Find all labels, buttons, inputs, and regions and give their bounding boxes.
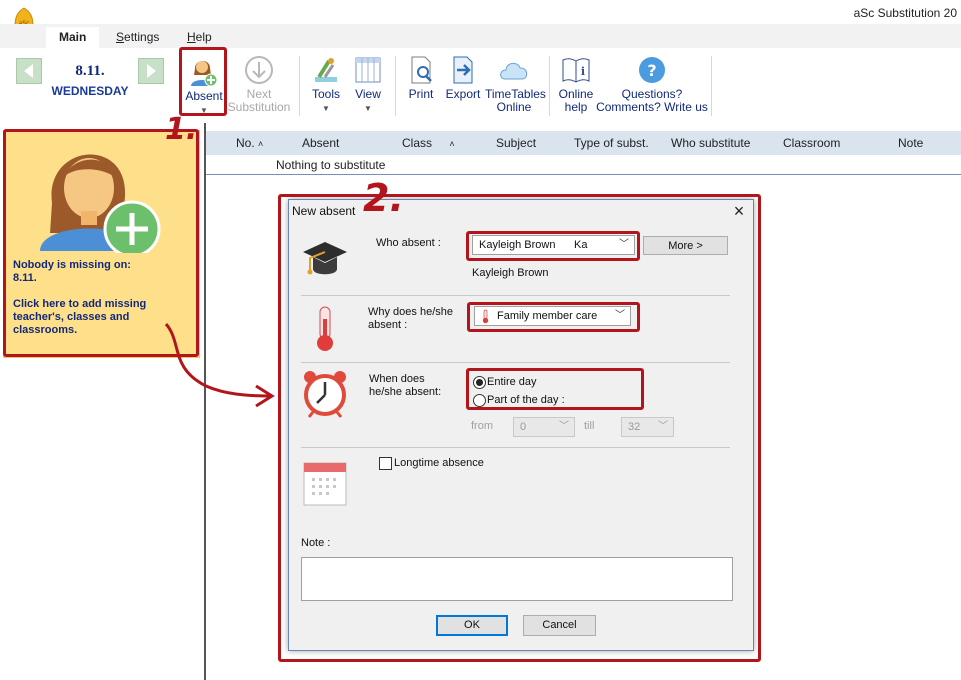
- annotation-arrow: [164, 323, 275, 408]
- toolbar-separator: [711, 56, 712, 116]
- current-weekday: WEDNESDAY: [51, 84, 129, 98]
- tools-icon: [315, 58, 337, 82]
- toolbar-separator: [299, 56, 300, 116]
- table-divider: [206, 174, 961, 175]
- next-day-button[interactable]: [138, 58, 164, 84]
- toolbar-separator: [549, 56, 550, 116]
- annotation-dialog-highlight: [278, 194, 761, 662]
- help-book-icon: i: [562, 58, 590, 83]
- view-button[interactable]: View ▼: [348, 55, 388, 115]
- online-help-button[interactable]: i Online help: [555, 55, 597, 114]
- arrow-left-icon: [24, 64, 33, 78]
- annotation-absent-highlight: [179, 47, 227, 116]
- print-preview-icon: [411, 56, 432, 84]
- annotation-reason-highlight: [467, 302, 640, 332]
- print-button[interactable]: Print: [403, 55, 439, 101]
- tab-settings[interactable]: Settings: [103, 27, 172, 48]
- tab-main[interactable]: Main: [46, 27, 100, 48]
- column-header-note[interactable]: Note: [898, 136, 923, 150]
- current-date: 8.11.: [75, 63, 105, 79]
- questions-button[interactable]: ? Questions? Comments? Write us: [596, 55, 708, 114]
- column-header-subject[interactable]: Subject: [496, 136, 536, 150]
- svg-text:?: ?: [647, 61, 656, 80]
- column-header-class[interactable]: Class ˄: [402, 136, 455, 150]
- arrow-right-icon: [147, 64, 156, 78]
- export-button[interactable]: Export: [444, 55, 482, 101]
- annotation-when-highlight: [466, 368, 644, 410]
- previous-day-button[interactable]: [16, 58, 42, 84]
- view-grid-icon: [355, 57, 381, 83]
- column-header-type[interactable]: Type of subst.: [574, 136, 649, 150]
- toolbar-separator: [395, 56, 396, 116]
- tab-help[interactable]: Help: [174, 27, 225, 48]
- column-header-no[interactable]: No. ˄: [236, 136, 263, 150]
- tools-button[interactable]: Tools ▼: [305, 55, 347, 115]
- app-title: aSc Substitution 20: [853, 6, 957, 20]
- svg-text:i: i: [581, 65, 585, 78]
- next-substitution-button[interactable]: Next Substitution: [226, 55, 292, 114]
- timetables-online-button[interactable]: TimeTables Online: [485, 55, 546, 114]
- empty-table-message: Nothing to substitute: [276, 158, 386, 172]
- export-icon: [453, 56, 473, 84]
- column-header-absent[interactable]: Absent: [302, 136, 339, 150]
- column-header-classroom[interactable]: Classroom: [783, 136, 840, 150]
- cloud-icon: [500, 62, 528, 80]
- annotation-step-2: 2.: [363, 176, 404, 220]
- arrow-down-circle-icon: [245, 56, 273, 84]
- annotation-who-highlight: [466, 231, 640, 261]
- question-icon: ?: [639, 57, 665, 83]
- column-header-who-substitute[interactable]: Who substitute: [671, 136, 750, 150]
